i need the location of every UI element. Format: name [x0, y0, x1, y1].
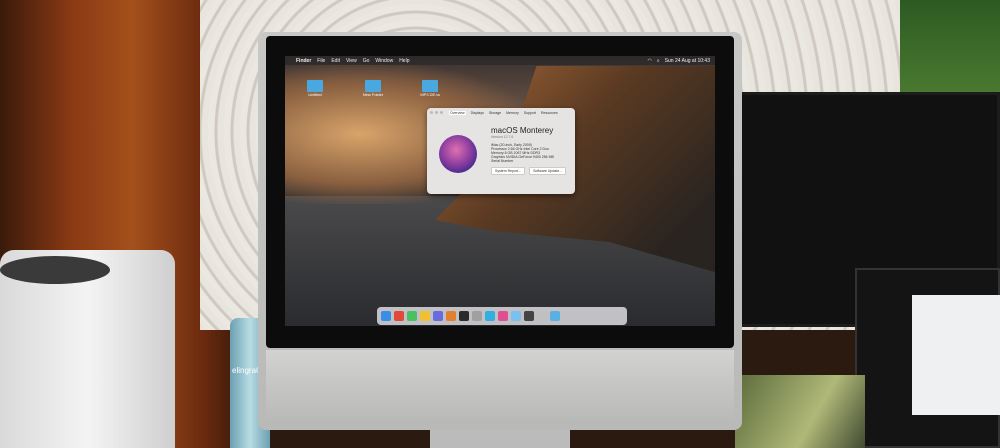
dock-app-icon[interactable] — [498, 311, 508, 321]
dock-app-icon[interactable] — [459, 311, 469, 321]
window-controls — [430, 111, 443, 114]
tab-overview[interactable]: Overview — [449, 111, 466, 115]
tab-memory[interactable]: Memory — [506, 111, 519, 115]
software-update-button[interactable]: Software Update... — [529, 167, 567, 175]
about-this-mac-window: Overview Displays Storage Memory Support… — [427, 108, 575, 194]
folder-label: Untitled — [308, 92, 322, 97]
window-foliage — [900, 0, 1000, 95]
dock-app-icon[interactable] — [394, 311, 404, 321]
zoom-button[interactable] — [440, 111, 443, 114]
desktop-folder[interactable]: New Folder — [362, 80, 384, 97]
dock — [377, 307, 627, 325]
folder-icon — [365, 80, 381, 92]
about-tabs: Overview Displays Storage Memory Support… — [427, 108, 575, 115]
menu-view[interactable]: View — [346, 58, 357, 64]
laptop — [855, 268, 1000, 448]
menu-edit[interactable]: Edit — [331, 58, 340, 64]
dock-app-icon[interactable] — [433, 311, 443, 321]
dock-app-icon[interactable] — [524, 311, 534, 321]
laptop-screen — [912, 295, 1000, 415]
dock-app-icon[interactable] — [485, 311, 495, 321]
spec-serial: Serial Number — [491, 159, 514, 163]
dock-app-icon[interactable] — [407, 311, 417, 321]
menu-file[interactable]: File — [317, 58, 325, 64]
air-purifier — [0, 250, 175, 448]
dock-app-icon[interactable] — [420, 311, 430, 321]
folder-label: MP3 DE.ta — [420, 92, 440, 97]
menu-bar: Finder File Edit View Go Window Help ◠ ⌕ S… — [285, 56, 715, 65]
folder-icon — [422, 80, 438, 92]
close-button[interactable] — [430, 111, 433, 114]
magazine — [735, 375, 865, 448]
tab-displays[interactable]: Displays — [471, 111, 484, 115]
dock-app-icon[interactable] — [537, 311, 547, 321]
tab-resources[interactable]: Resources — [541, 111, 558, 115]
desktop-folder[interactable]: MP3 DE.ta — [419, 80, 441, 97]
menu-go[interactable]: Go — [363, 58, 370, 64]
desktop-folder[interactable]: Untitled — [304, 80, 326, 97]
dock-app-icon[interactable] — [472, 311, 482, 321]
minimize-button[interactable] — [435, 111, 438, 114]
dock-app-icon[interactable] — [511, 311, 521, 321]
dock-app-icon[interactable] — [446, 311, 456, 321]
desktop[interactable]: Finder File Edit View Go Window Help ◠ ⌕ S… — [285, 56, 715, 326]
os-version: Version 12.7.6 — [491, 135, 514, 139]
imac-stand — [430, 430, 570, 448]
tab-support[interactable]: Support — [524, 111, 536, 115]
clock[interactable]: Sun 24 Aug at 10:43 — [665, 58, 710, 64]
system-report-button[interactable]: System Report... — [491, 167, 526, 175]
wifi-icon[interactable]: ◠ — [647, 58, 651, 64]
purifier-vent — [0, 256, 110, 284]
menu-help[interactable]: Help — [399, 58, 409, 64]
menu-window[interactable]: Window — [375, 58, 393, 64]
folder-label: New Folder — [362, 92, 384, 97]
system-info: macOS Monterey Version 12.7.6 iMac (20-i… — [491, 126, 567, 175]
dock-app-icon[interactable] — [381, 311, 391, 321]
tab-storage[interactable]: Storage — [489, 111, 501, 115]
dock-app-icon[interactable] — [550, 311, 560, 321]
os-name: macOS Monterey — [491, 126, 554, 135]
macos-monterey-logo-icon — [439, 135, 477, 173]
menu-finder[interactable]: Finder — [296, 58, 311, 64]
search-icon[interactable]: ⌕ — [657, 58, 660, 64]
imac-chin — [266, 350, 734, 424]
folder-icon — [307, 80, 323, 92]
